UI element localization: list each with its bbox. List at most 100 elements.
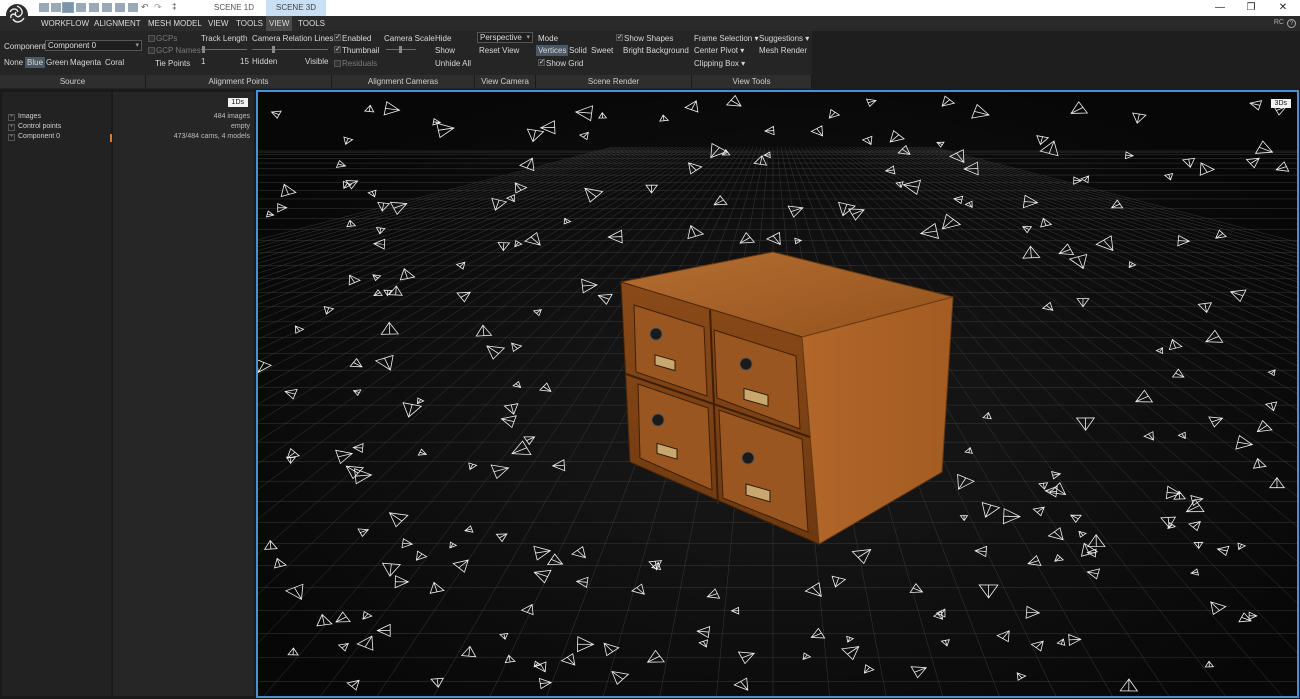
mode-vertices[interactable]: Vertices xyxy=(536,45,569,56)
one-d-badge: 1Ds xyxy=(227,98,248,107)
color-coral[interactable]: Coral xyxy=(105,58,124,67)
one-d-panel: 1Ds xyxy=(113,92,254,696)
unhide-all-button[interactable]: Unhide All xyxy=(435,59,471,68)
tree-item-label: Component 0 xyxy=(18,133,61,140)
tree-item-control-points[interactable]: + Control points xyxy=(8,122,61,132)
center-pivot-button[interactable]: Center Pivot ▾ xyxy=(694,46,744,55)
camera-scale-slider[interactable] xyxy=(386,46,416,53)
clipping-box-label: Clipping Box xyxy=(694,59,739,68)
track-length-slider[interactable] xyxy=(201,46,247,53)
suggestions-button[interactable]: Suggestions ▾ xyxy=(759,34,809,43)
color-green[interactable]: Green xyxy=(46,58,68,67)
menu-bar: WORKFLOW ALIGNMENT MESH MODEL VIEW TOOLS… xyxy=(0,16,1300,31)
component-marker xyxy=(110,134,112,142)
three-d-badge: 3Ds xyxy=(1270,99,1291,108)
layout-7-icon[interactable] xyxy=(115,3,125,12)
suggestions-chevron-icon: ▾ xyxy=(805,34,810,43)
color-blue[interactable]: Blue xyxy=(25,57,46,68)
gcps-checkbox[interactable] xyxy=(148,35,155,42)
projection-select[interactable]: Perspective xyxy=(477,32,533,43)
component-summary: 473/484 cams, 4 models xyxy=(173,133,250,140)
minimize-button[interactable]: — xyxy=(1205,0,1235,16)
layout-3-icon[interactable] xyxy=(62,2,74,13)
gcp-names-checkbox[interactable] xyxy=(148,47,155,54)
show-button[interactable]: Show xyxy=(435,46,455,55)
camera-frustum-edge xyxy=(1178,240,1190,242)
enabled-toggle[interactable]: Enabled xyxy=(334,34,371,43)
menu-alignment[interactable]: ALIGNMENT xyxy=(91,16,144,31)
frame-selection-label: Frame Selection xyxy=(694,34,753,43)
show-shapes-checkbox[interactable] xyxy=(616,34,623,41)
layout-6-icon[interactable] xyxy=(102,3,112,12)
center-pivot-label: Center Pivot xyxy=(694,46,739,55)
track-min-value: 1 xyxy=(201,57,206,66)
group-view-camera: View Camera xyxy=(475,75,536,88)
enabled-checkbox[interactable] xyxy=(334,34,341,41)
menu-tools[interactable]: TOOLS xyxy=(233,16,266,31)
thumbnail-toggle[interactable]: Thumbnail xyxy=(334,46,379,55)
show-grid-toggle[interactable]: Show Grid xyxy=(538,59,583,68)
expand-icon[interactable]: + xyxy=(8,114,15,121)
bright-background-button[interactable]: Bright Background xyxy=(623,46,689,55)
thumbnail-label: Thumbnail xyxy=(342,46,380,55)
tree-item-images[interactable]: + Images xyxy=(8,112,41,122)
gcps-toggle[interactable]: GCPs xyxy=(148,34,177,43)
group-alignment-cameras: Alignment Cameras xyxy=(332,75,475,88)
component-select[interactable]: Component 0 xyxy=(45,40,142,51)
group-alignment-points: Alignment Points xyxy=(146,75,332,88)
clipping-box-chevron-icon: ▾ xyxy=(741,59,746,68)
tab-scene-3d[interactable]: SCENE 3D xyxy=(266,0,326,16)
scene-3d-canvas[interactable] xyxy=(258,92,1297,696)
control-points-value: empty xyxy=(230,123,250,130)
thumbnail-checkbox[interactable] xyxy=(334,46,341,53)
residuals-checkbox[interactable] xyxy=(334,60,341,67)
menu-view[interactable]: VIEW xyxy=(205,16,231,31)
layout-5-icon[interactable] xyxy=(89,3,99,12)
track-length-label: Track Length xyxy=(201,34,248,43)
camera-frustum-edge xyxy=(1026,611,1040,614)
menu-view-contextual[interactable]: VIEW xyxy=(266,16,293,31)
camera-relation-slider[interactable] xyxy=(252,46,328,53)
mesh-render-button[interactable]: Mesh Render xyxy=(759,46,807,55)
quick-access-dropdown[interactable]: ‡ xyxy=(172,2,176,11)
app-logo-icon xyxy=(6,4,28,26)
empty-side-panel xyxy=(2,92,111,696)
frame-selection-button[interactable]: Frame Selection ▾ xyxy=(694,34,759,43)
expand-icon[interactable]: + xyxy=(8,134,15,141)
show-grid-checkbox[interactable] xyxy=(538,59,545,66)
scene-3d-viewport[interactable]: 3Ds xyxy=(256,90,1299,698)
gcp-names-toggle[interactable]: GCP Names xyxy=(148,46,201,55)
reset-view-button[interactable]: Reset View xyxy=(479,46,519,55)
camera-frustum-edge xyxy=(964,168,978,170)
residuals-toggle[interactable]: Residuals xyxy=(334,59,377,68)
menu-workflow[interactable]: WORKFLOW xyxy=(38,16,92,31)
menu-mesh-model[interactable]: MESH MODEL xyxy=(145,16,205,31)
help-icon[interactable]: ? xyxy=(1287,19,1296,28)
tab-scene-1d[interactable]: SCENE 1D xyxy=(203,0,265,16)
layout-2-icon[interactable] xyxy=(51,3,61,12)
layout-4-icon[interactable] xyxy=(76,3,86,12)
maximize-button[interactable]: ❐ xyxy=(1236,0,1266,16)
clipping-box-button[interactable]: Clipping Box ▾ xyxy=(694,59,745,68)
tree-item-component-0[interactable]: + Component 0 xyxy=(8,132,60,142)
redo-icon[interactable]: ↷ xyxy=(154,3,164,12)
ribbon-empty-area xyxy=(812,31,1300,89)
menu-tools-contextual[interactable]: TOOLS xyxy=(295,16,328,31)
color-none[interactable]: None xyxy=(4,58,23,67)
camera-frustum-edge xyxy=(353,447,363,449)
close-button[interactable]: ✕ xyxy=(1268,0,1298,16)
ribbon: Component Component 0 None Blue Green Ma… xyxy=(0,31,812,89)
layout-8-icon[interactable] xyxy=(128,3,138,12)
mode-sweet[interactable]: Sweet xyxy=(591,46,613,55)
color-magenta[interactable]: Magenta xyxy=(70,58,101,67)
tie-points-button[interactable]: Tie Points xyxy=(155,59,190,68)
images-count: 484 images xyxy=(213,113,250,120)
show-shapes-toggle[interactable]: Show Shapes xyxy=(616,34,673,43)
expand-icon[interactable]: + xyxy=(8,124,15,131)
center-pivot-chevron-icon: ▾ xyxy=(740,46,745,55)
undo-icon[interactable]: ↶ xyxy=(141,3,151,12)
hide-button[interactable]: Hide xyxy=(435,34,451,43)
layout-1-icon[interactable] xyxy=(39,3,49,12)
show-grid-label: Show Grid xyxy=(546,59,584,68)
mode-solid[interactable]: Solid xyxy=(569,46,587,55)
